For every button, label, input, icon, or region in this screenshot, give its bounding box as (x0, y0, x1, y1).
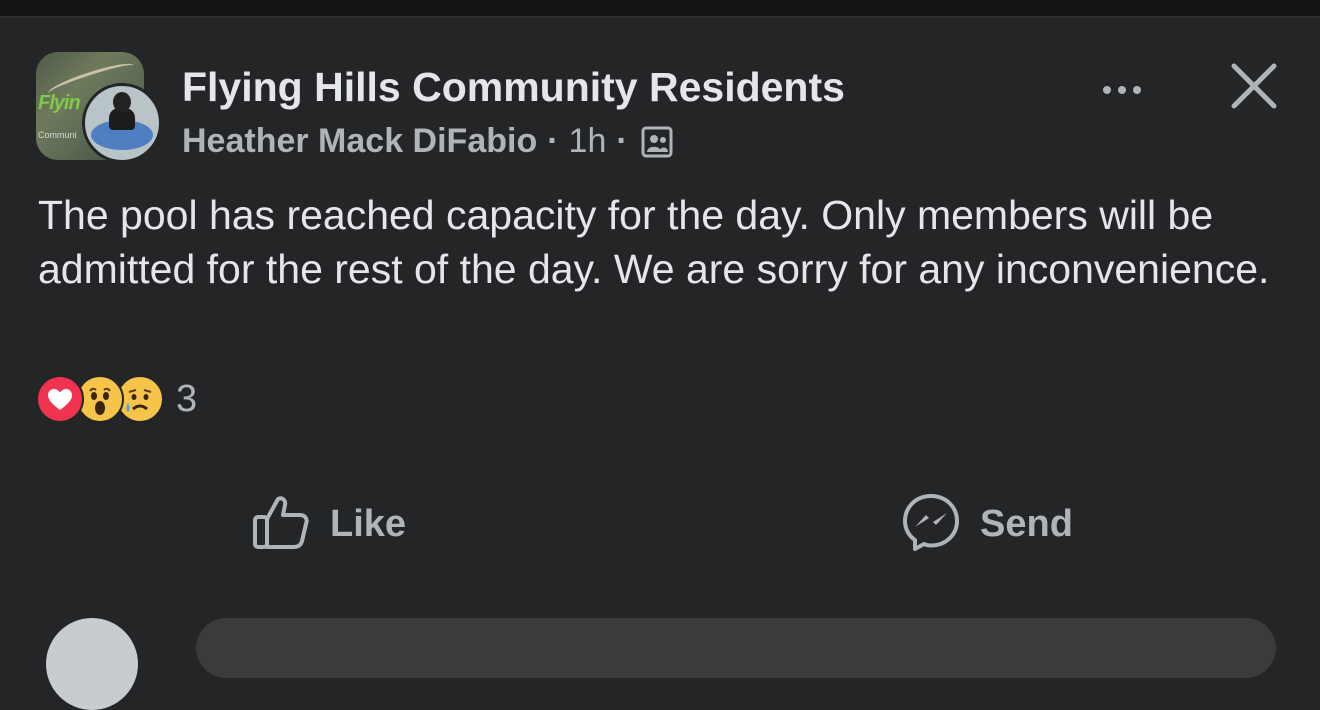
like-label: Like (330, 502, 407, 545)
author-name-link[interactable]: Heather Mack DiFabio (182, 122, 537, 161)
reaction-count: 3 (176, 377, 198, 420)
reactions-summary[interactable]: 3 (36, 374, 197, 424)
group-logo-text: Flyin (38, 92, 81, 114)
members-icon (640, 125, 674, 159)
send-button[interactable]: Send (900, 488, 1073, 560)
post-text: The pool has reached capacity for the da… (38, 192, 1270, 292)
love-reaction-icon (36, 375, 84, 423)
group-logo-caption: Communi (38, 130, 77, 140)
post-card: Flyin Communi Flying Hills Community Res… (0, 18, 1320, 710)
more-dot-icon (1133, 86, 1141, 94)
author-avatar[interactable] (82, 83, 162, 163)
commenter-avatar[interactable] (46, 618, 138, 710)
messenger-icon (900, 491, 962, 558)
avatar-person-head (113, 92, 131, 112)
like-button[interactable]: Like (250, 488, 406, 560)
more-dot-icon (1103, 86, 1111, 94)
comment-input[interactable] (196, 618, 1276, 678)
group-name-link[interactable]: Flying Hills Community Residents (182, 64, 845, 111)
post-time[interactable]: 1h (569, 122, 607, 161)
meta-separator: · (616, 122, 628, 160)
more-options-button[interactable] (1094, 80, 1150, 100)
more-dot-icon (1118, 86, 1126, 94)
meta-separator: · (547, 122, 559, 160)
thumbs-up-icon (250, 491, 312, 558)
top-bar (0, 0, 1320, 18)
close-icon[interactable] (1226, 58, 1282, 114)
post-meta: Heather Mack DiFabio · 1h · (182, 122, 674, 161)
send-label: Send (980, 502, 1073, 545)
